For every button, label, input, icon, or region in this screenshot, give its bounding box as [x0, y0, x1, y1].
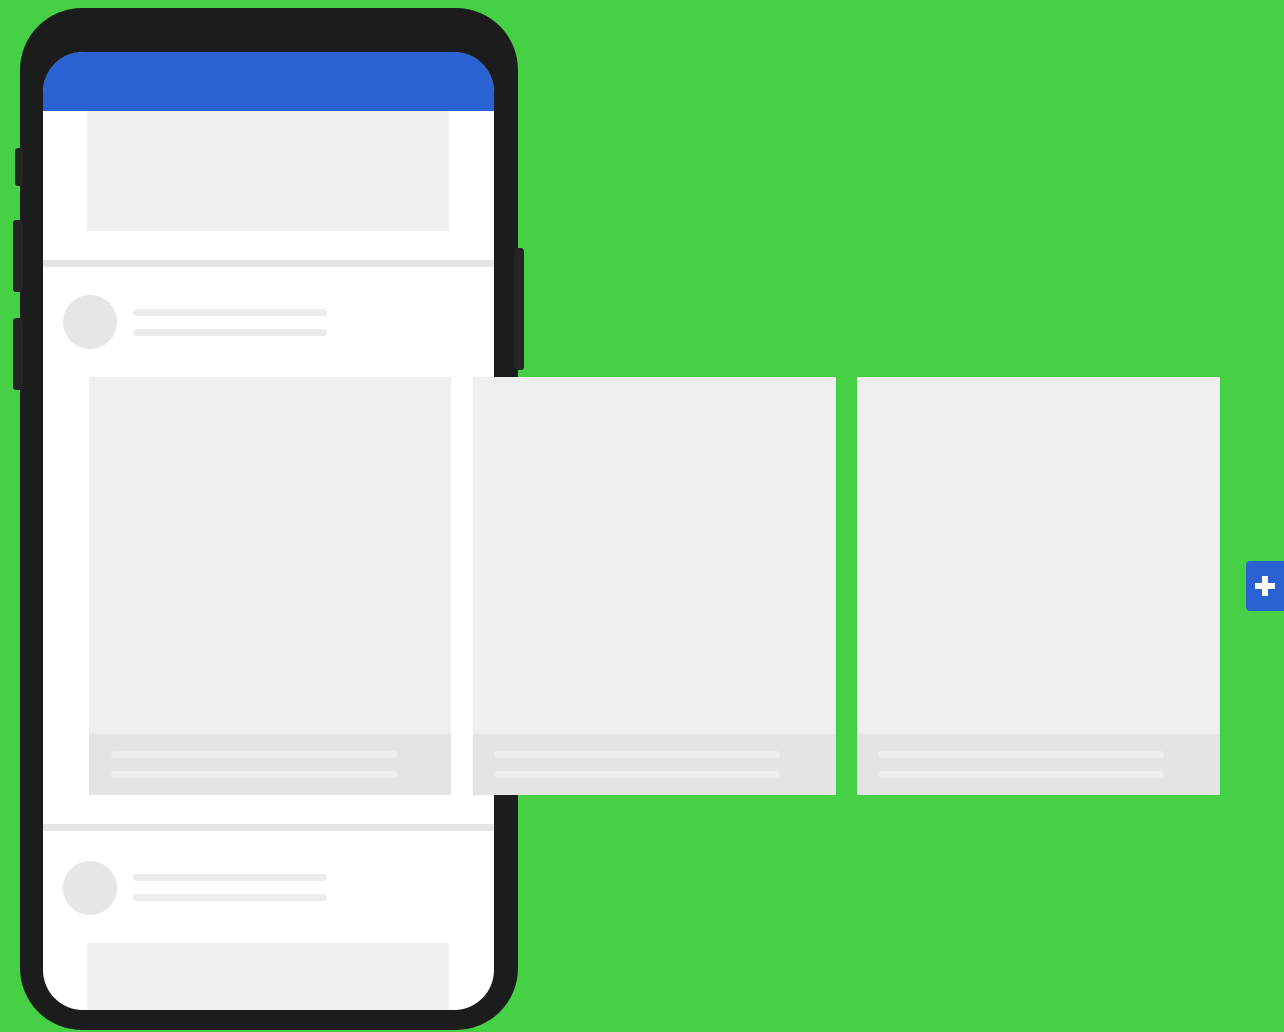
volume-up-button	[13, 220, 23, 292]
carousel-card-2[interactable]	[473, 377, 836, 795]
card-footer-line	[111, 751, 397, 758]
card-footer-line	[878, 771, 1164, 778]
power-button	[514, 248, 524, 370]
post-meta-line	[133, 329, 327, 336]
card-footer	[473, 734, 836, 795]
mute-switch	[15, 148, 23, 186]
card-footer-line	[878, 751, 1164, 758]
card-footer	[857, 734, 1220, 795]
carousel-card-3[interactable]	[857, 377, 1220, 795]
carousel-card-in-phone[interactable]	[89, 377, 451, 795]
card-footer	[89, 734, 451, 795]
add-card-button[interactable]	[1246, 561, 1284, 611]
plus-icon	[1255, 576, 1275, 596]
phone-screen	[43, 52, 494, 1010]
avatar	[63, 861, 117, 915]
feed-divider	[43, 824, 494, 831]
phone-frame	[13, 8, 524, 1030]
volume-down-button	[13, 318, 23, 390]
feed-divider	[43, 260, 494, 267]
post-author-line	[133, 874, 327, 881]
card-footer-line	[111, 771, 397, 778]
post-image-placeholder	[87, 111, 449, 231]
post-author-line	[133, 309, 327, 316]
card-footer-line	[494, 771, 780, 778]
avatar	[63, 295, 117, 349]
card-footer-line	[494, 751, 780, 758]
post-meta-line	[133, 894, 327, 901]
post-image-placeholder	[87, 943, 449, 1010]
app-bar	[43, 52, 494, 111]
